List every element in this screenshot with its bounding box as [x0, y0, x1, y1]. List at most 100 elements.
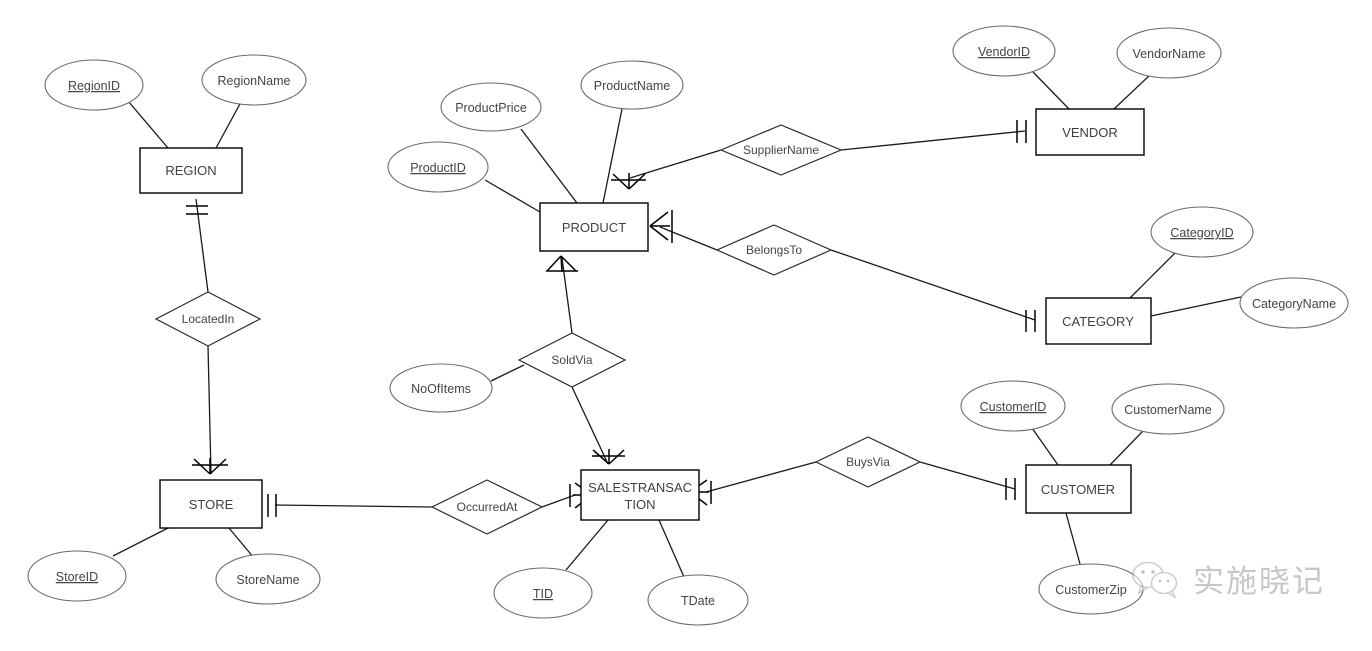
relationship-belongsto[interactable]: BelongsTo — [715, 224, 833, 276]
marker-store-many — [192, 458, 228, 475]
relationship-label: BuysVia — [846, 455, 890, 469]
link-product-soldvia — [561, 257, 573, 334]
link-customerzip — [1065, 512, 1081, 565]
link-vendorid — [1032, 71, 1070, 110]
er-diagram-svg: RegionID RegionName StoreID StoreName Pr… — [27, 25, 1349, 626]
attribute-label: VendorID — [978, 45, 1030, 59]
entity-label: PRODUCT — [562, 220, 626, 235]
attribute-storename[interactable]: StoreName — [215, 553, 321, 605]
link-customername — [1109, 429, 1145, 466]
attribute-productname[interactable]: ProductName — [580, 60, 684, 110]
relationship-connectors — [195, 130, 1036, 508]
relationship-label: SoldVia — [551, 353, 592, 367]
attribute-label: VendorName — [1133, 47, 1206, 61]
entity-store[interactable]: STORE — [159, 479, 263, 529]
relationship-buysvia[interactable]: BuysVia — [814, 436, 922, 488]
entity-vendor[interactable]: VENDOR — [1035, 108, 1145, 156]
attribute-label: NoOfItems — [411, 382, 471, 396]
er-diagram-canvas: RegionID RegionName StoreID StoreName Pr… — [0, 0, 1372, 651]
marker-product-top-many — [611, 173, 646, 190]
entity-salestransaction[interactable]: SALESTRANSAC TION — [580, 469, 700, 521]
entity-label: CUSTOMER — [1041, 482, 1115, 497]
entity-customer[interactable]: CUSTOMER — [1025, 464, 1132, 514]
attribute-tid[interactable]: TID — [493, 567, 593, 619]
attribute-regionid[interactable]: RegionID — [44, 59, 144, 111]
link-productname — [602, 108, 623, 204]
link-regionname — [215, 101, 242, 149]
link-product-suppliername — [629, 149, 722, 179]
link-vendorname — [1113, 74, 1151, 110]
entity-label: STORE — [189, 497, 234, 512]
entity-label-line2: TION — [624, 497, 655, 512]
link-categoryid — [1129, 251, 1177, 299]
relationship-label: SupplierName — [743, 143, 819, 157]
attribute-customerzip[interactable]: CustomerZip — [1038, 563, 1144, 615]
attribute-vendorname[interactable]: VendorName — [1116, 27, 1222, 79]
link-suppliername-vendor — [840, 130, 1026, 151]
attribute-label: CategoryName — [1252, 297, 1336, 311]
attribute-tdate[interactable]: TDate — [647, 574, 749, 626]
link-belongsto-category — [830, 249, 1036, 321]
link-storeid — [112, 527, 169, 557]
link-soldvia-salestransaction — [571, 386, 609, 465]
entity-label: VENDOR — [1062, 125, 1118, 140]
relationships-layer: LocatedIn SupplierName BelongsTo SoldVia… — [154, 124, 922, 535]
attribute-label: CustomerID — [980, 400, 1047, 414]
link-productprice — [520, 128, 578, 204]
link-productid — [484, 179, 541, 213]
link-noofitems — [490, 364, 525, 382]
attribute-regionname[interactable]: RegionName — [201, 54, 307, 106]
link-regionid — [127, 100, 169, 149]
attribute-label: TDate — [681, 594, 715, 608]
attribute-label: ProductName — [594, 79, 670, 93]
link-locatedin-store — [207, 345, 212, 475]
marker-category-one — [1025, 310, 1036, 332]
relationship-soldvia[interactable]: SoldVia — [517, 332, 627, 388]
relationship-label: OccurredAt — [457, 500, 518, 514]
link-product-belongsto — [659, 226, 718, 251]
entity-label-line1: SALESTRANSAC — [588, 480, 692, 495]
attribute-categoryname[interactable]: CategoryName — [1239, 277, 1349, 329]
link-categoryname — [1150, 296, 1242, 317]
link-region-locatedin — [195, 198, 209, 293]
attribute-productprice[interactable]: ProductPrice — [440, 82, 542, 132]
link-customerid — [1031, 427, 1059, 466]
attribute-customername[interactable]: CustomerName — [1111, 383, 1225, 435]
entity-label: CATEGORY — [1062, 314, 1134, 329]
relationship-label: LocatedIn — [182, 312, 235, 326]
link-tid — [565, 519, 609, 571]
attribute-label: StoreID — [56, 570, 98, 584]
link-salestransaction-buysvia — [705, 461, 817, 493]
marker-st-top-many — [592, 449, 625, 465]
relationship-locatedin[interactable]: LocatedIn — [154, 291, 262, 347]
entity-product[interactable]: PRODUCT — [539, 202, 649, 252]
link-tdate — [658, 519, 685, 578]
attribute-customerid[interactable]: CustomerID — [960, 380, 1066, 432]
attribute-vendorid[interactable]: VendorID — [952, 25, 1056, 77]
attribute-label: ProductPrice — [455, 101, 527, 115]
attribute-label: StoreName — [236, 573, 299, 587]
marker-store-one — [267, 494, 277, 517]
link-store-occurredat — [274, 504, 433, 508]
marker-product-right-many — [649, 210, 673, 243]
attribute-label: CategoryID — [1170, 226, 1233, 240]
relationship-suppliername[interactable]: SupplierName — [719, 124, 843, 176]
entities-layer: REGION STORE PRODUCT VENDOR CATEGORY CUS… — [139, 108, 1152, 529]
relationship-occurredat[interactable]: OccurredAt — [430, 479, 544, 535]
attribute-noofitems[interactable]: NoOfItems — [389, 363, 493, 413]
entity-box — [580, 469, 700, 521]
relationship-label: BelongsTo — [746, 243, 802, 257]
entity-label: REGION — [165, 163, 216, 178]
attribute-label: TID — [533, 587, 553, 601]
attribute-label: RegionName — [218, 74, 291, 88]
entity-region[interactable]: REGION — [139, 147, 243, 194]
attribute-label: ProductID — [410, 161, 466, 175]
link-storename — [228, 527, 255, 559]
attribute-categoryid[interactable]: CategoryID — [1150, 206, 1254, 258]
attribute-storeid[interactable]: StoreID — [27, 550, 127, 602]
attribute-label: RegionID — [68, 79, 120, 93]
attribute-productid[interactable]: ProductID — [387, 141, 489, 193]
link-buysvia-customer — [919, 461, 1016, 490]
attribute-label: CustomerName — [1124, 403, 1212, 417]
entity-category[interactable]: CATEGORY — [1045, 297, 1152, 345]
